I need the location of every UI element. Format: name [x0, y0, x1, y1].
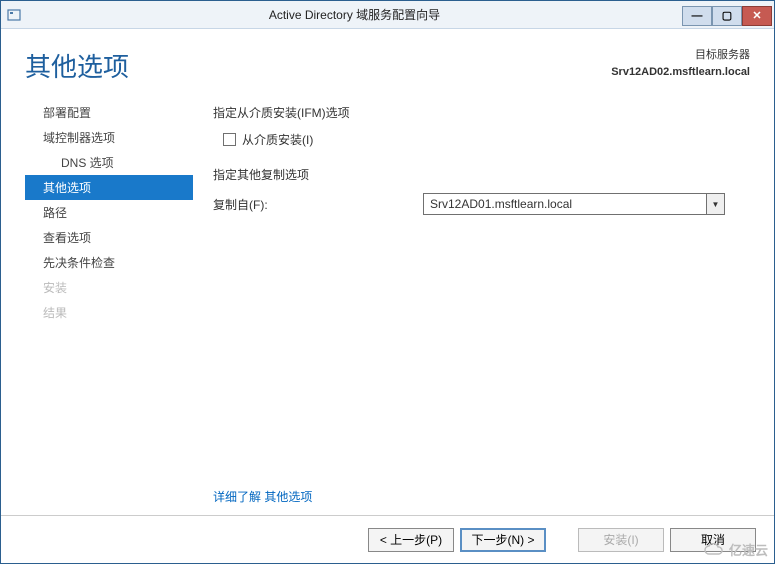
app-icon [1, 1, 27, 29]
target-server-block: 目标服务器 Srv12AD02.msftlearn.local [611, 47, 750, 80]
close-button[interactable]: ✕ [742, 6, 772, 26]
more-info-topic[interactable]: 其他选项 [264, 490, 312, 504]
window-controls: — ▢ ✕ [682, 4, 774, 26]
sidebar-item-dns-options[interactable]: DNS 选项 [25, 150, 193, 175]
sidebar-item-prereq[interactable]: 先决条件检查 [25, 250, 193, 275]
sidebar-item-additional-options[interactable]: 其他选项 [25, 175, 193, 200]
body-row: 部署配置 域控制器选项 DNS 选项 其他选项 路径 查看选项 先决条件检查 安… [1, 94, 774, 515]
next-button[interactable]: 下一步(N) > [460, 528, 546, 552]
watermark: 亿速云 [703, 540, 768, 559]
replicate-from-row: 复制自(F): Srv12AD01.msftlearn.local ▼ [213, 193, 750, 215]
footer-buttons: < 上一步(P) 下一步(N) > 安装(I) 取消 [1, 515, 774, 563]
more-info-prefix[interactable]: 详细了解 [213, 490, 261, 504]
sidebar-item-results: 结果 [25, 300, 193, 325]
wizard-sidebar: 部署配置 域控制器选项 DNS 选项 其他选项 路径 查看选项 先决条件检查 安… [25, 94, 193, 515]
content-area: 其他选项 目标服务器 Srv12AD02.msftlearn.local 部署配… [1, 29, 774, 563]
target-server-name: Srv12AD02.msftlearn.local [611, 64, 750, 81]
sidebar-item-deploy[interactable]: 部署配置 [25, 100, 193, 125]
repl-section-label: 指定其他复制选项 [213, 166, 750, 183]
sidebar-item-install: 安装 [25, 275, 193, 300]
maximize-button[interactable]: ▢ [712, 6, 742, 26]
previous-button[interactable]: < 上一步(P) [368, 528, 454, 552]
ifm-checkbox[interactable] [223, 133, 236, 146]
watermark-text: 亿速云 [729, 540, 768, 559]
ifm-checkbox-row[interactable]: 从介质安装(I) [223, 131, 750, 148]
sidebar-item-review[interactable]: 查看选项 [25, 225, 193, 250]
ifm-section-label: 指定从介质安装(IFM)选项 [213, 104, 750, 121]
title-bar: Active Directory 域服务配置向导 — ▢ ✕ [1, 1, 774, 29]
replicate-from-combobox[interactable]: Srv12AD01.msftlearn.local ▼ [423, 193, 725, 215]
ifm-checkbox-label: 从介质安装(I) [242, 131, 313, 148]
sidebar-item-paths[interactable]: 路径 [25, 200, 193, 225]
wizard-window: Active Directory 域服务配置向导 — ▢ ✕ 其他选项 目标服务… [0, 0, 775, 564]
replicate-from-label: 复制自(F): [213, 196, 423, 213]
replicate-from-value: Srv12AD01.msftlearn.local [424, 197, 706, 211]
minimize-button[interactable]: — [682, 6, 712, 26]
chevron-down-icon[interactable]: ▼ [706, 194, 724, 214]
target-server-label: 目标服务器 [611, 47, 750, 64]
sidebar-item-dc-options[interactable]: 域控制器选项 [25, 125, 193, 150]
window-title: Active Directory 域服务配置向导 [27, 6, 682, 23]
main-panel: 指定从介质安装(IFM)选项 从介质安装(I) 指定其他复制选项 复制自(F):… [193, 94, 750, 515]
page-title: 其他选项 [25, 47, 611, 84]
more-info-link: 详细了解 其他选项 [213, 488, 312, 505]
cloud-icon [703, 543, 725, 557]
install-button: 安装(I) [578, 528, 664, 552]
header-row: 其他选项 目标服务器 Srv12AD02.msftlearn.local [1, 29, 774, 94]
